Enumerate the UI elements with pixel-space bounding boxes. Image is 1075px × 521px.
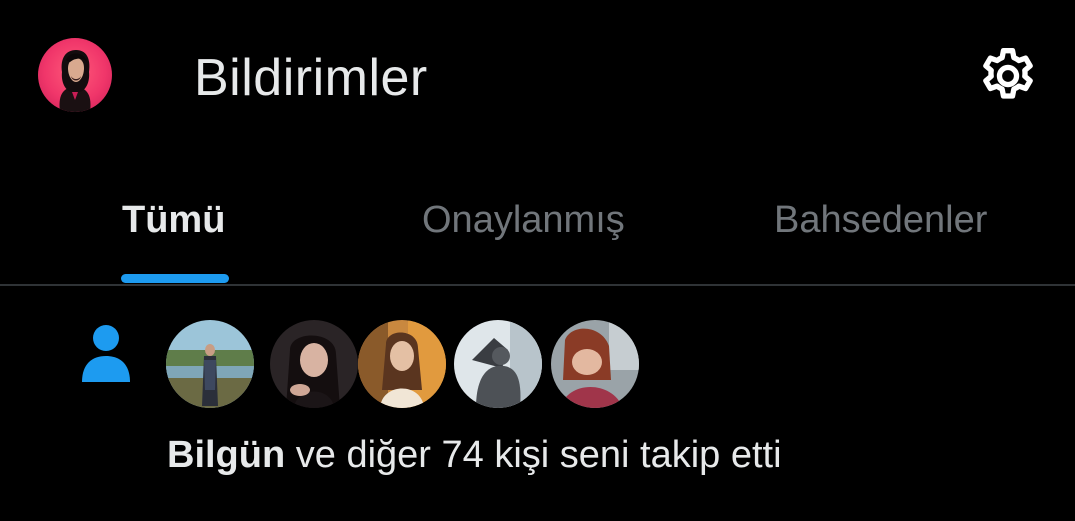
actor-name[interactable]: Bilgün	[167, 434, 285, 476]
page-title: Bildirimler	[194, 49, 428, 107]
gear-icon[interactable]	[976, 44, 1040, 108]
tab-all[interactable]: Tümü	[122, 198, 225, 242]
follower-avatar[interactable]	[454, 320, 542, 408]
top-app-bar: Bildirimler	[0, 0, 1075, 160]
avatar-illustration	[59, 50, 91, 112]
notification-tabs: Tümü Onaylanmış Bahsedenler	[0, 180, 1075, 286]
active-tab-indicator	[121, 274, 229, 283]
profile-avatar[interactable]	[38, 38, 112, 112]
follower-avatar[interactable]	[551, 320, 639, 408]
notification-body: ve diğer 74 kişi seni takip etti	[285, 434, 782, 476]
follower-avatar[interactable]	[166, 320, 254, 408]
follower-avatar[interactable]	[270, 320, 358, 408]
tab-mentions[interactable]: Bahsedenler	[774, 198, 987, 242]
person-icon	[80, 324, 132, 382]
follower-avatar[interactable]	[358, 320, 446, 408]
follow-notification[interactable]: Bilgün ve diğer 74 kişi seni takip etti	[0, 286, 1075, 521]
notification-message: Bilgün ve diğer 74 kişi seni takip etti	[167, 432, 782, 478]
tab-verified[interactable]: Onaylanmış	[422, 198, 625, 242]
